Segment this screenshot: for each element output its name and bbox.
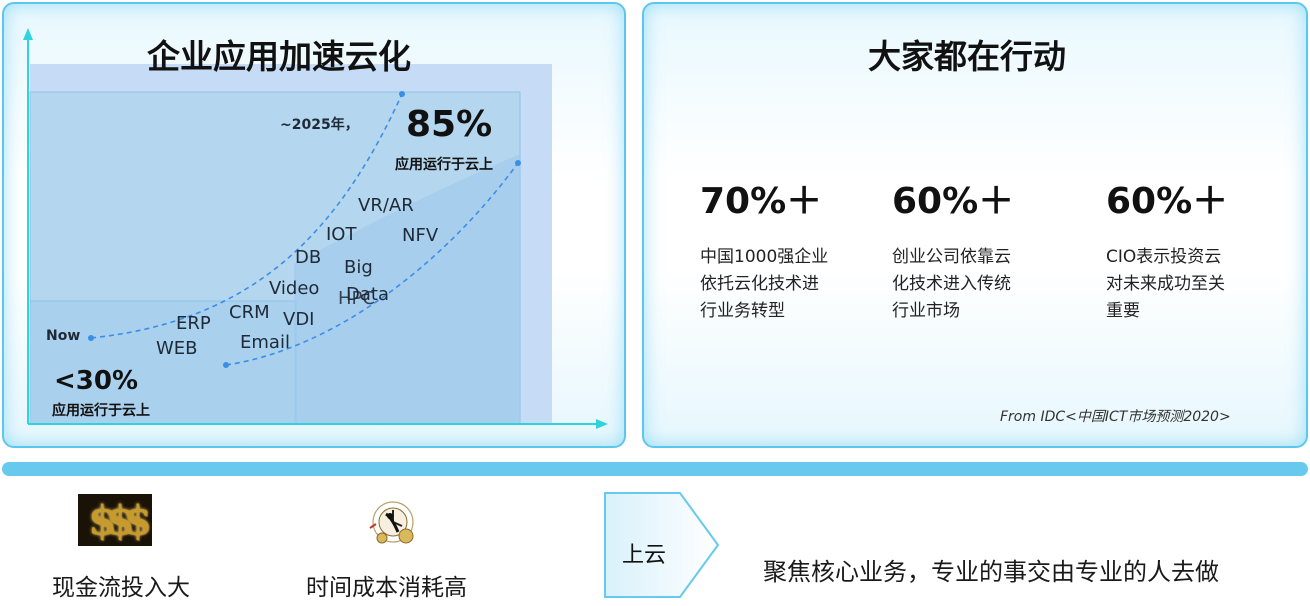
stat-value: 70%＋ xyxy=(700,181,823,222)
money-icon: $$$ xyxy=(78,494,152,546)
divider-bar xyxy=(2,462,1308,476)
right-panel-title: 大家都在行动 xyxy=(868,37,1066,76)
y-axis-arrow xyxy=(23,28,33,40)
app-label-iot: IOT xyxy=(326,224,357,245)
app-label-hpc: HPC xyxy=(338,288,375,309)
x-axis-arrow xyxy=(596,419,608,429)
app-label-crm: CRM xyxy=(229,302,270,323)
app-label-nfv: NFV xyxy=(402,225,439,246)
left-panel-title: 企业应用加速云化 xyxy=(147,37,411,76)
app-label-db: DB xyxy=(295,247,322,268)
app-label-vrar: VR/AR xyxy=(358,195,414,216)
marker-year: ~2025年， xyxy=(280,117,359,133)
app-label-vdi: VDI xyxy=(283,309,315,330)
app-label-video: Video xyxy=(269,278,320,299)
stat-value: 60%＋ xyxy=(892,181,1015,222)
end-value: 85% xyxy=(406,104,493,145)
stat-item: 70%＋ 中国1000强企业 依托云化技术进 行业务转型 xyxy=(700,172,900,325)
stat-description: 创业公司依靠云 化技术进入传统 行业市场 xyxy=(892,247,1011,321)
source-note: From IDC<中国ICT市场预测2020> xyxy=(1000,409,1231,425)
trend-point-2025 xyxy=(399,91,405,97)
cash-flow-caption: 现金流投入大 xyxy=(52,575,190,601)
trend-point-lower-end xyxy=(515,160,521,166)
focus-statement: 聚焦核心业务，专业的事交由专业的人去做 xyxy=(763,558,1219,586)
cloud-arrow-label: 上云 xyxy=(622,543,667,568)
trend-point-now xyxy=(88,335,94,341)
app-label-big: Big xyxy=(344,257,373,278)
time-cost-caption: 时间成本消耗高 xyxy=(306,575,467,601)
trend-point-lower-start xyxy=(223,362,229,368)
app-label-erp: ERP xyxy=(176,313,211,334)
stat-item: 60%＋ CIO表示投资云 对未来成功至关 重要 xyxy=(1106,172,1306,325)
right-panel: 大家都在行动 70%＋ 中国1000强企业 依托云化技术进 行业务转型 60%＋… xyxy=(642,2,1308,448)
app-label-email: Email xyxy=(240,332,290,353)
marker-now: Now xyxy=(46,328,81,344)
start-value: <30% xyxy=(54,366,139,396)
app-label-web: WEB xyxy=(156,338,198,359)
stat-value: 60%＋ xyxy=(1106,181,1229,222)
left-panel: 企业应用加速云化 ~2025年， 85% 应用运行于云上 Now <30% 应用… xyxy=(2,2,626,448)
stat-item: 60%＋ 创业公司依靠云 化技术进入传统 行业市场 xyxy=(892,172,1092,325)
stat-description: 中国1000强企业 依托云化技术进 行业务转型 xyxy=(700,247,829,321)
end-caption: 应用运行于云上 xyxy=(395,157,493,173)
start-caption: 应用运行于云上 xyxy=(52,403,150,419)
clock-icon xyxy=(369,501,414,544)
stat-description: CIO表示投资云 对未来成功至关 重要 xyxy=(1106,247,1225,321)
